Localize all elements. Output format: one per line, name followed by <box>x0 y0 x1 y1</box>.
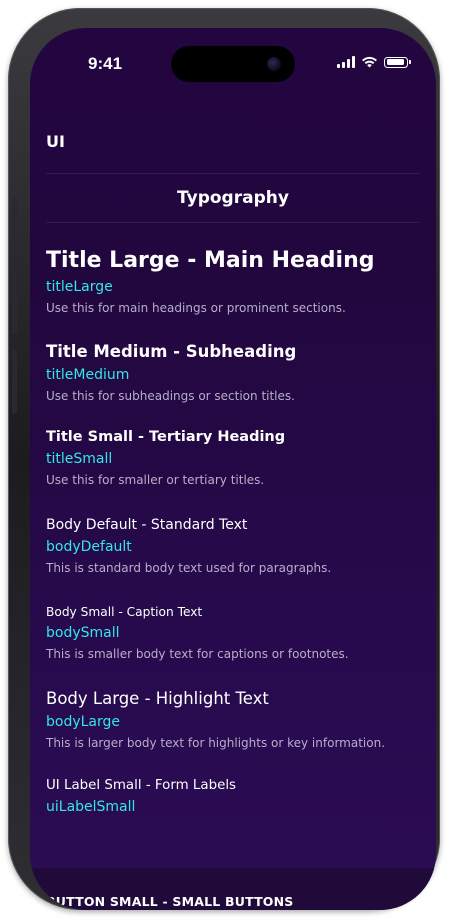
screen: 9:41 UI Typography Title Large - Main He… <box>30 28 436 910</box>
title-divider <box>46 222 420 223</box>
style-description: Use this for smaller or tertiary titles. <box>46 473 265 487</box>
list-item: UI Label Small - Form Labels uiLabelSmal… <box>46 778 426 815</box>
button-small-sample: BUTTON SMALL - SMALL BUTTONS <box>46 894 294 909</box>
silent-switch <box>12 198 17 236</box>
header-divider <box>46 173 420 174</box>
page-title: Typography <box>177 188 289 208</box>
list-item: Title Small - Tertiary Heading titleSmal… <box>46 429 426 487</box>
typography-list: Title Large - Main Heading titleLarge Us… <box>46 248 426 815</box>
list-item: Title Medium - Subheading titleMedium Us… <box>46 342 426 403</box>
list-item: Body Small - Caption Text bodySmall This… <box>46 605 426 661</box>
ui-label-small-sample: UI Label Small - Form Labels <box>46 778 237 793</box>
title-large-sample: Title Large - Main Heading <box>46 248 375 273</box>
phone-frame: 9:41 UI Typography Title Large - Main He… <box>8 8 440 910</box>
token-name: bodyDefault <box>46 539 132 555</box>
bottom-overlay: BUTTON SMALL - SMALL BUTTONS <box>30 868 436 910</box>
style-description: Use this for main headings or prominent … <box>46 301 346 315</box>
front-camera-icon <box>267 57 281 71</box>
list-item: Body Default - Standard Text bodyDefault… <box>46 517 426 575</box>
app-label: UI <box>46 132 65 151</box>
token-name: uiLabelSmall <box>46 799 136 815</box>
body-large-sample: Body Large - Highlight Text <box>46 689 269 708</box>
body-default-sample: Body Default - Standard Text <box>46 517 248 533</box>
token-name: bodySmall <box>46 625 120 641</box>
wifi-icon <box>362 56 377 68</box>
style-description: Use this for subheadings or section titl… <box>46 389 295 403</box>
status-time: 9:41 <box>88 54 123 73</box>
list-item: Body Large - Highlight Text bodyLarge Th… <box>46 689 426 750</box>
list-item: Title Large - Main Heading titleLarge Us… <box>46 248 426 315</box>
token-name: bodyLarge <box>46 714 121 730</box>
style-description: This is standard body text used for para… <box>46 561 332 575</box>
token-name: titleSmall <box>46 451 113 467</box>
token-name: titleMedium <box>46 367 130 383</box>
cellular-signal-icon <box>337 56 355 68</box>
body-small-sample: Body Small - Caption Text <box>46 605 203 619</box>
volume-up-button <box>12 270 17 334</box>
title-medium-sample: Title Medium - Subheading <box>46 342 297 361</box>
token-name: titleLarge <box>46 279 113 295</box>
title-small-sample: Title Small - Tertiary Heading <box>46 429 286 445</box>
style-description: This is smaller body text for captions o… <box>46 647 349 661</box>
style-description: This is larger body text for highlights … <box>46 736 386 750</box>
dynamic-island <box>171 46 295 82</box>
battery-icon <box>384 56 411 68</box>
status-icons <box>337 56 411 68</box>
volume-down-button <box>12 350 17 414</box>
